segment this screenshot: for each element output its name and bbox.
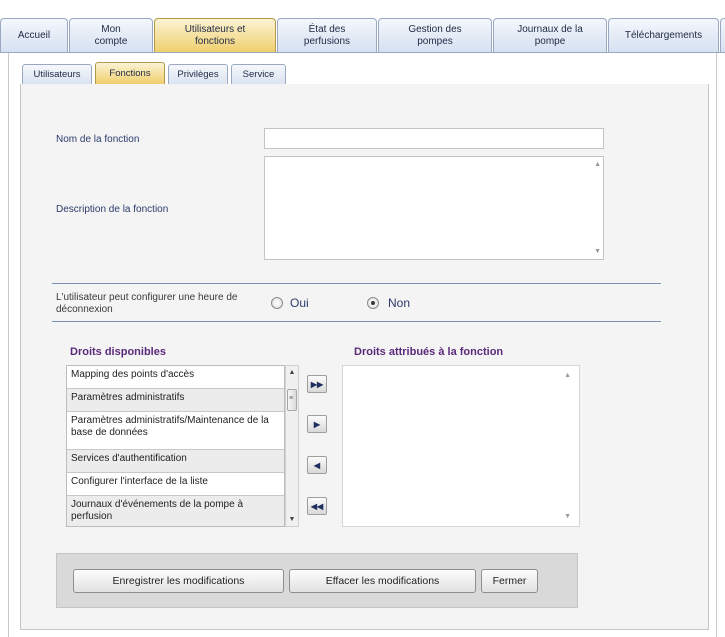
function-name-label: Nom de la fonction — [56, 134, 140, 145]
assigned-rights-list[interactable]: ▲ ▼ — [342, 365, 580, 527]
logout-time-label: L'utilisateur peut configurer une heure … — [56, 292, 238, 315]
arrow-left-icon: ◀ — [313, 460, 321, 470]
list-item-label: Services d'authentification — [71, 453, 187, 464]
subtab-privileges[interactable]: Privilèges — [168, 64, 228, 84]
clear-changes-button[interactable]: Effacer les modifications — [289, 569, 476, 593]
subtab-service[interactable]: Service — [231, 64, 286, 84]
available-rights-list[interactable]: Mapping des points d'accès Paramètres ad… — [66, 365, 285, 527]
scroll-down-icon[interactable]: ▼ — [564, 513, 571, 520]
section-divider — [52, 321, 661, 322]
close-button[interactable]: Fermer — [481, 569, 538, 593]
tab-label: Téléchargements — [624, 30, 703, 41]
radio-non-label: Non — [388, 296, 411, 310]
radio-selected-dot — [371, 301, 375, 305]
move-all-left-button[interactable]: ◀◀ — [307, 497, 327, 515]
list-item[interactable]: Configurer l'interface de la liste — [67, 473, 284, 496]
tab-label: Accueil — [17, 30, 51, 41]
grip-icon: ≡ — [289, 395, 294, 402]
radio-non[interactable] — [367, 297, 379, 309]
function-description-textarea[interactable]: ▲ ▼ — [264, 156, 604, 260]
list-item-label: Configurer l'interface de la liste — [71, 476, 208, 487]
radio-oui-label: Oui — [290, 296, 309, 310]
scroll-thumb[interactable]: ≡ — [287, 389, 297, 411]
section-divider — [52, 283, 661, 284]
move-left-button[interactable]: ◀ — [307, 456, 327, 474]
tab-gestion-pompes[interactable]: Gestion des pompes — [378, 18, 492, 53]
subtab-label: Fonctions — [109, 68, 151, 79]
scroll-down-icon[interactable]: ▼ — [594, 248, 601, 255]
save-changes-button[interactable]: Enregistrer les modifications — [73, 569, 284, 593]
tab-mon-compte[interactable]: Mon compte — [69, 18, 153, 53]
double-arrow-left-icon: ◀◀ — [310, 501, 324, 511]
subtab-fonctions[interactable]: Fonctions — [95, 62, 165, 84]
available-rights-title: Droits disponibles — [70, 346, 166, 358]
function-name-input[interactable] — [264, 128, 604, 149]
radio-oui[interactable] — [271, 297, 283, 309]
scroll-up-icon[interactable]: ▲ — [594, 161, 601, 168]
tab-label: Gestion des pompes — [408, 24, 462, 47]
double-arrow-right-icon: ▶▶ — [310, 379, 324, 389]
list-item[interactable]: Journaux d'événements de la pompe à perf… — [67, 496, 284, 526]
list-item[interactable]: Paramètres administratifs — [67, 389, 284, 412]
tab-utilisateurs-fonctions[interactable]: Utilisateurs et fonctions — [154, 18, 276, 53]
tab-label: État des perfusions — [303, 24, 351, 47]
list-item[interactable]: Paramètres administratifs/Maintenance de… — [67, 412, 284, 450]
main-tab-bar: Accueil Mon compte Utilisateurs et fonct… — [0, 18, 725, 53]
tab-label: Utilisateurs et fonctions — [184, 24, 246, 47]
list-item-label: Journaux d'événements de la pompe à perf… — [71, 499, 244, 522]
tab-accueil[interactable]: Accueil — [0, 18, 68, 53]
available-list-scrollbar[interactable]: ▲ ≡ ▼ — [285, 365, 299, 527]
list-item-label: Paramètres administratifs/Maintenance de… — [71, 415, 269, 438]
list-item[interactable]: Services d'authentification — [67, 450, 284, 473]
tab-journaux-pompe[interactable]: Journaux de la pompe — [493, 18, 607, 53]
scroll-down-icon[interactable]: ▼ — [286, 516, 298, 523]
tab-telechargements[interactable]: Téléchargements — [608, 18, 719, 53]
tab-label: Journaux de la pompe — [517, 24, 583, 47]
list-item[interactable]: Mapping des points d'accès — [67, 366, 284, 389]
list-item-label: Paramètres administratifs — [71, 392, 185, 403]
scroll-up-icon[interactable]: ▲ — [286, 369, 298, 376]
tab-etat-perfusions[interactable]: État des perfusions — [277, 18, 377, 53]
arrow-right-icon: ▶ — [313, 419, 321, 429]
scroll-up-icon[interactable]: ▲ — [564, 372, 571, 379]
move-right-button[interactable]: ▶ — [307, 415, 327, 433]
subtab-label: Utilisateurs — [33, 69, 81, 80]
subtab-utilisateurs[interactable]: Utilisateurs — [22, 64, 92, 84]
function-description-label: Description de la fonction — [56, 204, 169, 215]
subtab-label: Service — [242, 69, 275, 80]
list-item-label: Mapping des points d'accès — [71, 369, 195, 380]
tab-more[interactable] — [720, 18, 725, 53]
subtab-label: Privilèges — [177, 69, 219, 80]
move-all-right-button[interactable]: ▶▶ — [307, 375, 327, 393]
assigned-rights-title: Droits attribués à la fonction — [354, 346, 504, 358]
tab-label: Mon compte — [94, 24, 128, 47]
